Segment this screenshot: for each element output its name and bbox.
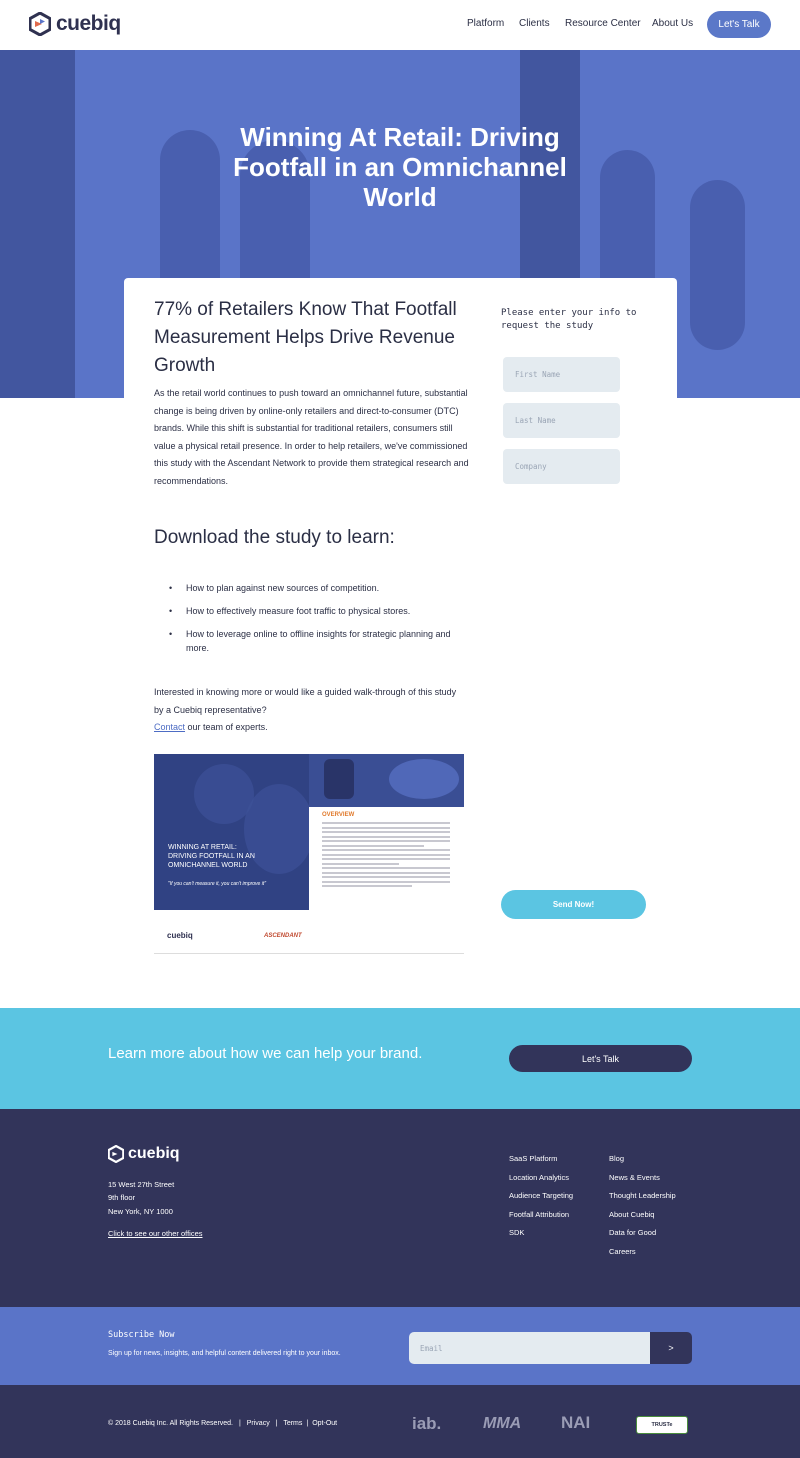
hero-title: Winning At Retail: Driving Footfall in a… — [233, 122, 567, 212]
footer-link-location[interactable]: Location Analytics — [509, 1173, 573, 1192]
cuebiq-logo-icon — [108, 1145, 124, 1163]
footer-link-data-good[interactable]: Data for Good — [609, 1228, 676, 1247]
nai-badge: NAI — [561, 1413, 591, 1432]
nav-resource-center[interactable]: Resource Center — [565, 18, 641, 29]
list-item: How to effectively measure foot traffic … — [169, 604, 469, 618]
contact-link[interactable]: Contact — [154, 722, 185, 732]
site-header: cuebiq Platform Clients Resource Center … — [0, 0, 800, 50]
nav-platform[interactable]: Platform — [467, 18, 504, 29]
optout-link[interactable]: Opt-Out — [312, 1420, 337, 1427]
subscribe-description: Sign up for news, insights, and helpful … — [108, 1350, 341, 1357]
subscribe-submit-button[interactable]: > — [650, 1332, 692, 1364]
company-input[interactable] — [503, 449, 620, 484]
cta-lets-talk-button[interactable]: Let's Talk — [509, 1045, 692, 1072]
study-cover-quote: "If you can't measure it, you can't impr… — [168, 881, 267, 887]
interest-question: Interested in knowing more or would like… — [154, 687, 457, 715]
copyright-text: © 2018 Cuebiq Inc. All Rights Reserved. — [108, 1420, 234, 1427]
send-now-button[interactable]: Send Now! — [501, 890, 646, 919]
address-line: 15 West 27th Street — [108, 1180, 175, 1189]
other-offices-link[interactable]: Click to see our other offices — [108, 1229, 203, 1238]
subscribe-title: Subscribe Now — [108, 1330, 175, 1340]
address-line: New York, NY 1000 — [108, 1207, 173, 1216]
iab-badge: iab. — [412, 1414, 442, 1433]
content-heading: 77% of Retailers Know That Footfall Meas… — [154, 299, 457, 376]
nav-clients[interactable]: Clients — [519, 18, 550, 29]
interest-text: Interested in knowing more or would like… — [154, 684, 464, 737]
footer-links-products: SaaS Platform Location Analytics Audienc… — [509, 1154, 573, 1247]
content-paragraph: As the retail world continues to push to… — [154, 388, 469, 486]
study-cover: WINNING AT RETAIL: DRIVING FOOTFALL IN A… — [154, 754, 309, 910]
truste-badge: TRUSTe — [636, 1416, 688, 1434]
footer-link-audience[interactable]: Audience Targeting — [509, 1191, 573, 1210]
study-logo-cuebiq: cuebiq — [167, 931, 193, 940]
study-cover-title: WINNING AT RETAIL: DRIVING FOOTFALL IN A… — [168, 844, 255, 869]
footer-links-company: Blog News & Events Thought Leadership Ab… — [609, 1154, 676, 1265]
logo-text: cuebiq — [56, 12, 121, 35]
address-line: 9th floor — [108, 1193, 136, 1202]
study-logos: cuebiq ASCENDANT — [167, 931, 307, 943]
study-body-lines — [322, 822, 450, 890]
study-bullets: How to plan against new sources of compe… — [169, 581, 469, 664]
nav-about-us[interactable]: About Us — [652, 18, 693, 29]
footer-link-footfall[interactable]: Footfall Attribution — [509, 1210, 573, 1229]
footer-link-saas[interactable]: SaaS Platform — [509, 1154, 573, 1173]
cuebiq-logo-icon — [29, 12, 51, 36]
subscribe-email-input[interactable] — [409, 1332, 651, 1364]
study-overview-heading: OVERVIEW — [322, 812, 355, 818]
footer-logo[interactable]: cuebiq — [108, 1145, 180, 1163]
list-item: How to leverage online to offline insigh… — [169, 627, 469, 655]
logo[interactable]: cuebiq — [29, 12, 121, 36]
cta-text: Learn more about how we can help your br… — [108, 1045, 423, 1062]
contact-suffix: our team of experts. — [185, 722, 268, 732]
lets-talk-button[interactable]: Let's Talk — [707, 11, 771, 38]
form-instruction: Please enter your info to request the st… — [501, 308, 637, 331]
footer-link-news[interactable]: News & Events — [609, 1173, 676, 1192]
privacy-link[interactable]: Privacy — [247, 1420, 270, 1427]
list-item: How to plan against new sources of compe… — [169, 581, 469, 595]
study-logo-ascendant: ASCENDANT — [264, 933, 302, 939]
footer-link-about[interactable]: About Cuebiq — [609, 1210, 676, 1229]
copyright-line: © 2018 Cuebiq Inc. All Rights Reserved. … — [108, 1420, 338, 1427]
download-heading: Download the study to learn: — [154, 527, 395, 548]
footer-link-careers[interactable]: Careers — [609, 1247, 676, 1266]
study-photo — [309, 754, 464, 807]
mma-badge: MMA — [483, 1415, 522, 1432]
footer-logo-text: cuebiq — [128, 1145, 180, 1162]
footer-link-blog[interactable]: Blog — [609, 1154, 676, 1173]
footer-link-sdk[interactable]: SDK — [509, 1228, 573, 1247]
footer-link-thought[interactable]: Thought Leadership — [609, 1191, 676, 1210]
terms-link[interactable]: Terms — [283, 1420, 302, 1427]
first-name-input[interactable] — [503, 357, 620, 392]
last-name-input[interactable] — [503, 403, 620, 438]
